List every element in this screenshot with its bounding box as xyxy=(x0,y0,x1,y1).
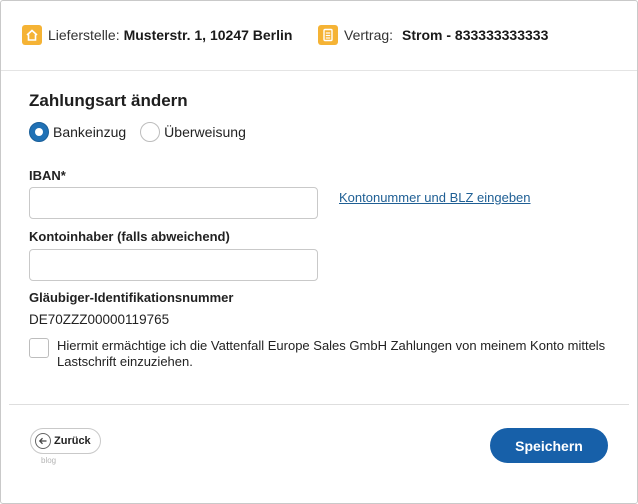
mandate-consent: Hiermit ermächtige ich die Vattenfall Eu… xyxy=(29,338,627,370)
iban-label: IBAN* xyxy=(29,168,66,183)
radio-bank-transfer[interactable]: Überweisung xyxy=(140,122,246,142)
contract-header: Lieferstelle: Musterstr. 1, 10247 Berlin… xyxy=(1,1,637,71)
iban-input[interactable] xyxy=(29,187,318,219)
arrow-left-icon xyxy=(35,433,51,449)
save-button[interactable]: Speichern xyxy=(490,428,608,463)
account-holder-input[interactable] xyxy=(29,249,318,281)
creditor-id-label: Gläubiger-Identifikationsnummer xyxy=(29,290,234,305)
radio-unselected-icon[interactable] xyxy=(140,122,161,142)
contract-info: Vertrag: Strom - 833333333333 xyxy=(318,25,548,45)
account-number-link[interactable]: Kontonummer und BLZ eingeben xyxy=(339,190,531,205)
creditor-id-value: DE70ZZZ00000119765 xyxy=(29,312,170,327)
delivery-point-info: Lieferstelle: Musterstr. 1, 10247 Berlin xyxy=(22,25,292,45)
page-title: Zahlungsart ändern xyxy=(29,91,188,110)
dialog-frame: Lieferstelle: Musterstr. 1, 10247 Berlin… xyxy=(0,0,638,504)
mandate-checkbox[interactable] xyxy=(29,338,49,358)
house-icon xyxy=(22,25,42,45)
payment-method-group: Bankeinzug Überweisung xyxy=(29,122,246,142)
back-button-label: Zurück xyxy=(54,435,91,447)
contract-label: Vertrag: xyxy=(344,27,394,43)
delivery-point-address: Musterstr. 1, 10247 Berlin xyxy=(123,27,293,43)
back-button[interactable]: Zurück xyxy=(30,428,101,454)
contract-number: Strom - 833333333333 xyxy=(402,27,549,43)
radio-direct-debit[interactable]: Bankeinzug xyxy=(29,122,126,142)
radio-direct-debit-label: Bankeinzug xyxy=(53,124,127,140)
radio-bank-transfer-label: Überweisung xyxy=(164,124,246,140)
document-icon xyxy=(318,25,338,45)
mandate-text: Hiermit ermächtige ich die Vattenfall Eu… xyxy=(57,338,606,369)
account-holder-label: Kontoinhaber (falls abweichend) xyxy=(29,229,230,244)
footer-divider xyxy=(9,404,629,405)
back-caption: blog xyxy=(41,456,57,465)
delivery-point-label: Lieferstelle: xyxy=(48,27,120,43)
radio-selected-icon[interactable] xyxy=(29,122,49,142)
